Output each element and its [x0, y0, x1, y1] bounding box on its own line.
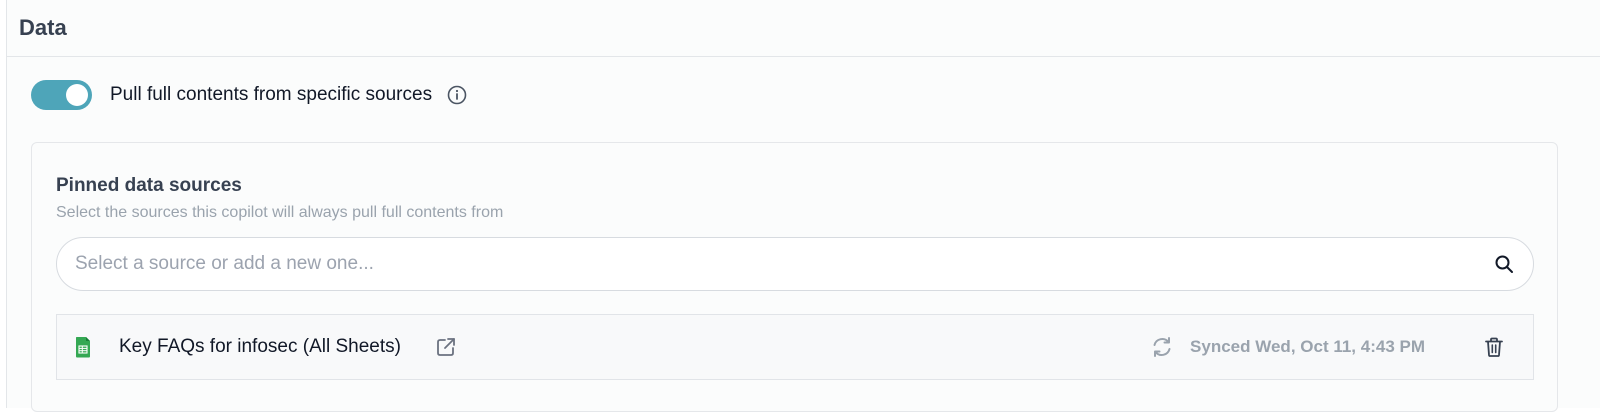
source-list-item: Key FAQs for infosec (All Sheets) Synced…	[56, 314, 1534, 380]
sync-icon[interactable]	[1150, 335, 1174, 359]
pull-contents-toggle[interactable]	[31, 80, 92, 110]
pinned-sources-subtitle: Select the sources this copilot will alw…	[56, 204, 504, 221]
toggle-label: Pull full contents from specific sources	[110, 84, 433, 105]
data-panel: Data Pull full contents from specific so…	[6, 0, 1600, 412]
section-title: Data	[19, 15, 67, 40]
trash-icon[interactable]	[1483, 336, 1505, 358]
source-search	[56, 237, 1534, 291]
sync-status: Synced Wed, Oct 11, 4:43 PM	[1190, 337, 1425, 356]
search-icon[interactable]	[1493, 253, 1515, 275]
pull-contents-row: Pull full contents from specific sources	[31, 80, 468, 110]
pinned-sources-card: Pinned data sources Select the sources t…	[31, 142, 1558, 412]
source-search-input[interactable]	[75, 253, 1493, 275]
external-link-icon[interactable]	[435, 336, 457, 358]
toggle-knob	[66, 84, 88, 106]
pinned-sources-title: Pinned data sources	[56, 175, 242, 196]
source-name: Key FAQs for infosec (All Sheets)	[119, 336, 401, 357]
section-header: Data	[7, 0, 1600, 57]
google-sheets-icon	[75, 336, 91, 358]
info-icon[interactable]	[446, 84, 468, 106]
